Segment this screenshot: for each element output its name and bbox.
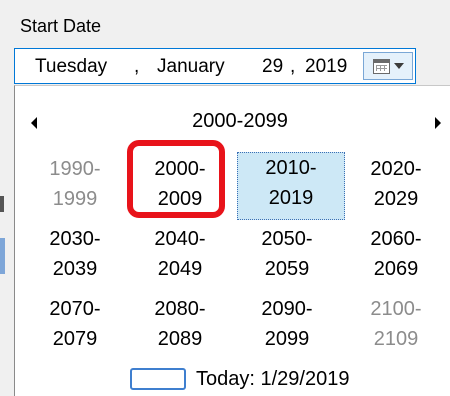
decade-cell[interactable]: 2070- 2079 bbox=[25, 294, 125, 360]
decade-cell[interactable]: 2020- 2029 bbox=[346, 154, 446, 220]
today-label: Today: 1/29/2019 bbox=[196, 367, 350, 390]
decade-start: 1990- bbox=[49, 158, 101, 180]
separator: , bbox=[290, 56, 296, 77]
decade-start: 2090- bbox=[261, 298, 313, 320]
triangle-left-icon[interactable] bbox=[31, 117, 37, 129]
decade-end: 2059 bbox=[264, 258, 310, 280]
weekday-segment[interactable]: Tuesday bbox=[35, 56, 107, 78]
decade-cell[interactable]: 2050- 2059 bbox=[237, 224, 337, 290]
start-date-label: Start Date bbox=[20, 16, 102, 36]
decade-end: 2019 bbox=[268, 187, 314, 209]
decade-start: 2080- bbox=[154, 298, 206, 320]
decade-cell[interactable]: 2000- 2009 bbox=[130, 154, 230, 220]
today-marker-icon bbox=[130, 368, 186, 390]
decade-end: 2099 bbox=[264, 328, 310, 350]
decade-end: 2109 bbox=[373, 328, 419, 350]
decade-start: 2070- bbox=[49, 298, 101, 320]
decade-cell[interactable]: 1990- 1999 bbox=[25, 154, 125, 220]
chevron-down-icon bbox=[393, 63, 404, 69]
calendar-dropdown-button[interactable] bbox=[363, 52, 413, 80]
decade-end: 2069 bbox=[373, 258, 419, 280]
calendar-icon bbox=[372, 58, 390, 74]
decade-end: 2079 bbox=[52, 328, 98, 350]
decade-end: 2089 bbox=[157, 328, 203, 350]
decade-end: 2049 bbox=[157, 258, 203, 280]
decade-cell-selected[interactable]: 2010- 2019 bbox=[237, 152, 345, 220]
decade-start: 2020- bbox=[370, 158, 422, 180]
decade-start: 2050- bbox=[261, 228, 313, 250]
month-segment[interactable]: January bbox=[157, 56, 225, 78]
background-fragment bbox=[0, 238, 5, 274]
calendar-header[interactable]: 2000-2099 bbox=[185, 110, 295, 133]
decade-cell[interactable]: 2060- 2069 bbox=[346, 224, 446, 290]
decade-end: 2039 bbox=[52, 258, 98, 280]
year-segment[interactable]: 2019 bbox=[305, 56, 347, 78]
decade-cell[interactable]: 2030- 2039 bbox=[25, 224, 125, 290]
decade-start: 2000- bbox=[154, 158, 206, 180]
decade-start: 2060- bbox=[370, 228, 422, 250]
decade-end: 2029 bbox=[373, 188, 419, 210]
triangle-right-icon[interactable] bbox=[435, 117, 441, 129]
day-segment[interactable]: 29 bbox=[262, 56, 283, 78]
today-link[interactable]: Today: 1/29/2019 bbox=[130, 366, 349, 392]
decade-end: 1999 bbox=[52, 188, 98, 210]
decade-cell[interactable]: 2090- 2099 bbox=[237, 294, 337, 360]
decade-start: 2010- bbox=[265, 157, 317, 179]
calendar-popup: 2000-2099 1990- 1999 2000- 2009 2010- 20… bbox=[14, 85, 450, 396]
decade-start: 2030- bbox=[49, 228, 101, 250]
decade-start: 2100- bbox=[370, 298, 422, 320]
date-picker-field[interactable]: Tuesday , January 29 , 2019 bbox=[14, 48, 416, 84]
separator: , bbox=[134, 56, 140, 77]
decade-cell[interactable]: 2100- 2109 bbox=[346, 294, 446, 360]
decade-cell[interactable]: 2040- 2049 bbox=[130, 224, 230, 290]
decade-end: 2009 bbox=[157, 188, 203, 210]
decade-cell[interactable]: 2080- 2089 bbox=[130, 294, 230, 360]
decade-start: 2040- bbox=[154, 228, 206, 250]
background-fragment bbox=[0, 196, 4, 212]
